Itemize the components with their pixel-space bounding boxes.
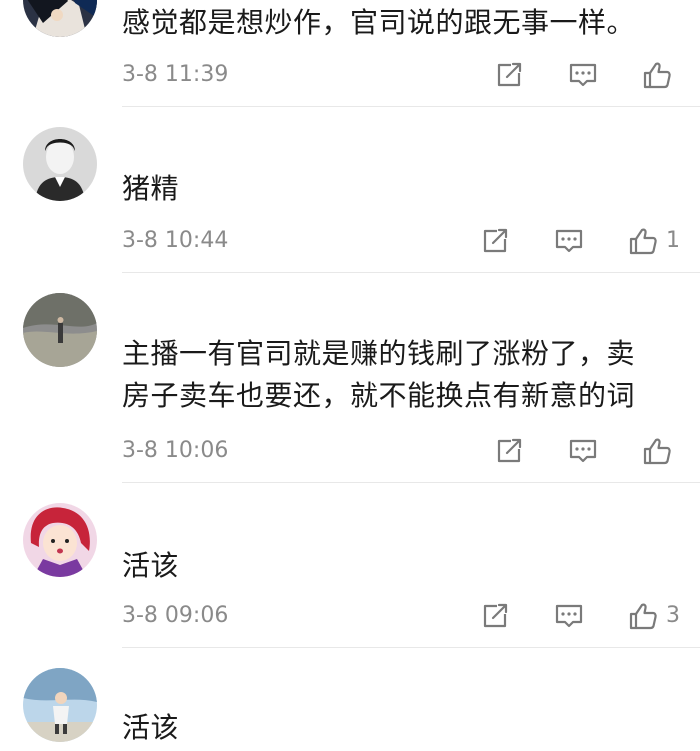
comment-icon <box>568 60 598 90</box>
comment-time: 3-8 09:06 <box>122 603 229 628</box>
comment-time: 3-8 11:39 <box>122 62 229 87</box>
thumbs-up-icon <box>642 60 672 90</box>
comment-text: 活该 <box>122 707 680 749</box>
comment-line: 感觉都是想炒作，官司说的跟无事一样。 <box>122 6 636 39</box>
avatar[interactable] <box>23 293 97 367</box>
like-button[interactable] <box>642 436 672 466</box>
reply-button[interactable] <box>568 60 598 90</box>
comment-actions <box>450 57 680 93</box>
like-button[interactable] <box>628 226 658 256</box>
comment-text: 感觉都是想炒作，官司说的跟无事一样。 <box>122 2 680 44</box>
share-button[interactable] <box>494 60 524 90</box>
thumbs-up-icon <box>628 226 658 256</box>
share-button[interactable] <box>480 601 510 631</box>
share-icon <box>480 601 510 631</box>
share-button[interactable] <box>494 436 524 466</box>
avatar[interactable] <box>23 503 97 577</box>
divider <box>122 482 700 483</box>
divider <box>122 647 700 648</box>
avatar[interactable] <box>23 127 97 201</box>
comment-icon <box>554 601 584 631</box>
share-icon <box>480 226 510 256</box>
comment-line: 房子卖车也要还，就不能换点有新意的词 <box>122 379 636 412</box>
divider <box>122 106 700 107</box>
comment-icon <box>554 226 584 256</box>
divider <box>122 272 700 273</box>
thumbs-up-icon <box>628 601 658 631</box>
comment-text: 猪精 <box>122 168 680 210</box>
avatar[interactable] <box>23 0 97 37</box>
comment-time: 3-8 10:44 <box>122 228 229 253</box>
reply-button[interactable] <box>568 436 598 466</box>
like-button[interactable] <box>628 601 658 631</box>
comment-time: 3-8 10:06 <box>122 438 229 463</box>
avatar[interactable] <box>23 668 97 742</box>
comment-line: 主播一有官司就是赚的钱刷了涨粉了，卖 <box>122 337 636 370</box>
comment-icon <box>568 436 598 466</box>
share-icon <box>494 60 524 90</box>
like-button[interactable] <box>642 60 672 90</box>
comment-meta: 3-8 11:39 <box>122 57 680 93</box>
comment-actions <box>450 433 680 469</box>
comment-meta: 3-8 10:44 1 <box>122 223 680 259</box>
thumbs-up-icon <box>642 436 672 466</box>
reply-button[interactable] <box>554 601 584 631</box>
share-icon <box>494 436 524 466</box>
comment-meta: 3-8 10:06 <box>122 433 680 469</box>
comment-line: 猪精 <box>122 172 180 205</box>
reply-button[interactable] <box>554 226 584 256</box>
share-button[interactable] <box>480 226 510 256</box>
comment-text: 活该 <box>122 545 680 587</box>
comment-actions: 3 <box>436 598 680 634</box>
comment-line: 活该 <box>122 711 180 744</box>
comment-text: 主播一有官司就是赚的钱刷了涨粉了，卖 房子卖车也要还，就不能换点有新意的词 <box>122 333 680 417</box>
like-count: 3 <box>666 603 680 628</box>
comment-actions: 1 <box>436 223 680 259</box>
comment-line: 活该 <box>122 549 180 582</box>
comment-meta: 3-8 09:06 3 <box>122 598 680 634</box>
like-count: 1 <box>666 228 680 253</box>
